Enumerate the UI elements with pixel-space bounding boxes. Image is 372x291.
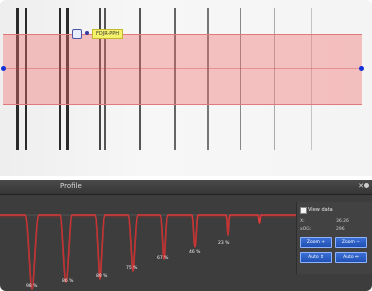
percent-label: 75 %	[126, 266, 138, 271]
view-data-checkbox[interactable]	[300, 207, 307, 214]
percent-label: 67 %	[157, 256, 169, 261]
zoom-out-button[interactable]: Zoom −	[335, 237, 367, 248]
data-row-label: xOG:	[300, 227, 312, 232]
roi-centerline	[3, 68, 362, 69]
app-window: FDJR-PPH Profile ✕ 98 % 86 % 89 % 75 % 6…	[0, 0, 372, 291]
measurement-roi[interactable]	[3, 34, 362, 105]
percent-label: 98 %	[26, 284, 38, 289]
panel-titlebar[interactable]: Profile ✕	[0, 180, 372, 195]
percent-label: 23 %	[218, 241, 230, 246]
percent-label: 86 %	[62, 279, 74, 284]
data-row-value: 36.26	[336, 219, 349, 224]
auto-vertical-button[interactable]: Auto ⇕	[300, 252, 332, 263]
data-row-label: X:	[300, 219, 305, 224]
square-marker-icon[interactable]	[72, 29, 82, 39]
percent-label: 89 %	[96, 274, 108, 279]
handle-icon[interactable]	[359, 66, 364, 71]
auto-horizontal-button[interactable]: Auto ⇔	[335, 252, 367, 263]
percent-label: 46 %	[189, 250, 201, 255]
profile-curve	[0, 214, 296, 290]
data-side-panel: View data X: 36.26 xOG: 296 Zoom + Zoom …	[296, 202, 372, 274]
profile-curve-shadow	[0, 216, 296, 290]
view-data-label: View data	[308, 207, 333, 213]
panel-menu-icon[interactable]	[364, 183, 369, 188]
image-viewport[interactable]: FDJR-PPH	[0, 0, 372, 176]
profile-plot	[0, 214, 296, 290]
zoom-in-button[interactable]: Zoom +	[300, 237, 332, 248]
handle-icon[interactable]	[1, 66, 6, 71]
marker-point-icon	[85, 31, 89, 35]
data-row-value: 296	[336, 227, 345, 232]
panel-title: Profile	[60, 182, 82, 190]
annotation-label[interactable]: FDJR-PPH	[92, 29, 124, 39]
